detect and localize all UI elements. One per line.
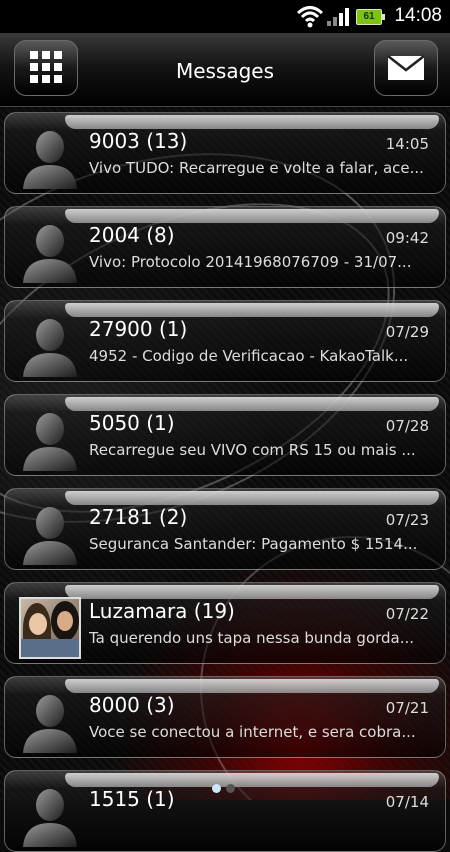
- conversation-preview: Vivo TUDO: Recarregue e volte a falar, a…: [89, 159, 424, 177]
- conversation-name: 9003 (13): [89, 129, 188, 153]
- conversation-item[interactable]: 2004 (8) 09:42 Vivo: Protocolo 201419680…: [4, 206, 446, 288]
- conversation-date: 09:42: [385, 229, 429, 247]
- conversation-name: 8000 (3): [89, 693, 175, 717]
- person-silhouette-icon: [23, 789, 77, 847]
- conversation-preview: Vivo: Protocolo 20141968076709 - 31/07..…: [89, 253, 412, 271]
- conversation-item[interactable]: 1515 (1) 07/14: [4, 770, 446, 852]
- page-indicator: [212, 784, 242, 794]
- conversation-item[interactable]: Luzamara (19) 07/22 Ta querendo uns tapa…: [4, 582, 446, 664]
- conversation-preview: 4952 - Codigo de Verificacao - KakaoTalk…: [89, 347, 409, 365]
- compose-button[interactable]: [374, 40, 438, 96]
- conversation-item[interactable]: 27181 (2) 07/23 Seguranca Santander: Pag…: [4, 488, 446, 570]
- contact-avatar: [19, 315, 81, 377]
- conversation-name: 27900 (1): [89, 317, 188, 341]
- contact-avatar: [19, 691, 81, 753]
- person-silhouette-icon: [23, 507, 77, 565]
- person-silhouette-icon: [23, 413, 77, 471]
- conversation-date: 14:05: [385, 135, 429, 153]
- contact-avatar: [19, 785, 81, 847]
- contact-avatar: [19, 127, 81, 189]
- conversation-date: 07/23: [385, 511, 429, 529]
- envelope-icon: [387, 55, 425, 80]
- wifi-icon: [296, 6, 324, 28]
- person-silhouette-icon: [23, 319, 77, 377]
- person-silhouette-icon: [23, 131, 77, 189]
- clock: 14:08: [394, 5, 442, 26]
- contact-avatar: [19, 409, 81, 471]
- conversation-item[interactable]: 8000 (3) 07/21 Voce se conectou a intern…: [4, 676, 446, 758]
- message-list[interactable]: 9003 (13) 14:05 Vivo TUDO: Recarregue e …: [0, 106, 450, 852]
- page-dot: [226, 784, 235, 793]
- contact-avatar: [19, 221, 81, 283]
- person-silhouette-icon: [23, 225, 77, 283]
- conversation-date: 07/21: [385, 699, 429, 717]
- contact-avatar: [19, 503, 81, 565]
- conversation-name: 1515 (1): [89, 787, 175, 811]
- conversation-preview: Seguranca Santander: Pagamento $ 1514...: [89, 535, 418, 553]
- conversation-date: 07/28: [385, 417, 429, 435]
- conversation-item[interactable]: 5050 (1) 07/28 Recarregue seu VIVO com R…: [4, 394, 446, 476]
- conversation-date: 07/14: [385, 793, 429, 811]
- conversation-date: 07/29: [385, 323, 429, 341]
- conversation-name: 5050 (1): [89, 411, 175, 435]
- conversation-item[interactable]: 27900 (1) 07/29 4952 - Codigo de Verific…: [4, 300, 446, 382]
- signal-icon: [327, 8, 351, 26]
- page-dot-active: [212, 784, 221, 793]
- person-silhouette-icon: [23, 695, 77, 753]
- conversation-name: 2004 (8): [89, 223, 175, 247]
- conversation-preview: Recarregue seu VIVO com RS 15 ou mais ..…: [89, 441, 416, 459]
- battery-icon: 61: [356, 9, 385, 25]
- conversation-item[interactable]: 9003 (13) 14:05 Vivo TUDO: Recarregue e …: [4, 112, 446, 194]
- status-bar: 61 14:08: [0, 0, 450, 33]
- conversation-name: Luzamara (19): [89, 599, 235, 623]
- contact-photo: [19, 597, 81, 659]
- conversation-preview: Ta querendo uns tapa nessa bunda gorda..…: [89, 629, 415, 647]
- conversation-preview: Voce se conectou a internet, e sera cobr…: [89, 723, 416, 741]
- conversation-date: 07/22: [385, 605, 429, 623]
- contact-photo-image: [19, 597, 81, 659]
- app-header: Messages: [0, 33, 450, 107]
- conversation-name: 27181 (2): [89, 505, 188, 529]
